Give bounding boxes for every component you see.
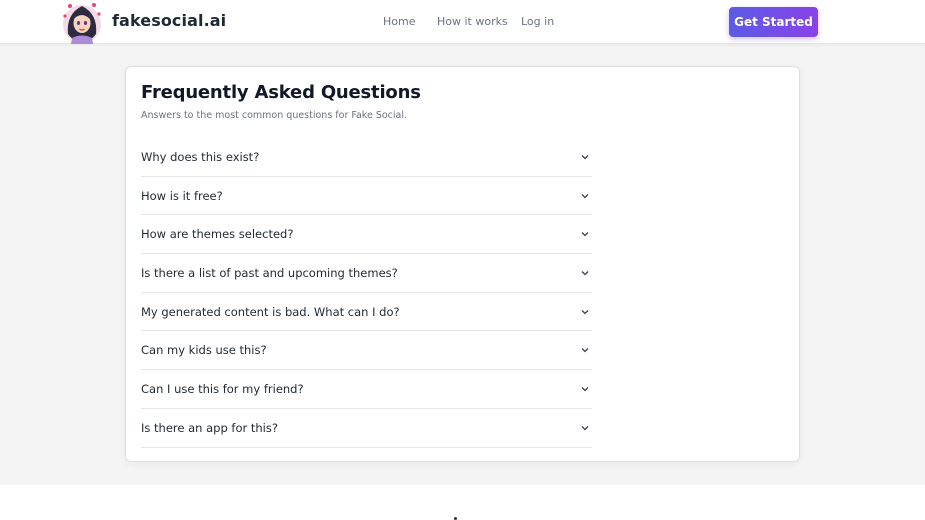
nav-how-it-works-link[interactable]: How it works	[437, 15, 508, 28]
brand-name[interactable]: fakesocial.ai	[112, 11, 226, 30]
faq-question: Is there an app for this?	[141, 420, 278, 435]
footer-area	[0, 485, 925, 520]
faq-item[interactable]: Is there an app for this?	[141, 409, 592, 448]
faq-question: How are themes selected?	[141, 227, 294, 242]
faq-item[interactable]: How is it free?	[141, 177, 592, 216]
chevron-down-icon	[581, 387, 589, 392]
chevron-down-icon	[581, 193, 589, 199]
faq-question: My generated content is bad. What can I …	[141, 304, 400, 319]
faq-item[interactable]: Why does this exist?	[141, 138, 592, 177]
top-navbar: fakesocial.ai Home How it works Log in G…	[0, 0, 925, 44]
get-started-button[interactable]: Get Started	[729, 7, 818, 37]
faq-question: Is there a list of past and upcoming the…	[141, 266, 398, 281]
faq-question: Can I use this for my friend?	[141, 382, 304, 397]
chevron-down-icon	[581, 425, 589, 431]
faq-item[interactable]: Can I use this for my friend?	[141, 370, 592, 409]
chevron-down-icon	[581, 232, 589, 237]
faq-subtitle: Answers to the most common questions for…	[141, 110, 408, 121]
faq-item[interactable]: Is there a list of past and upcoming the…	[141, 254, 592, 293]
faq-item[interactable]: Can my kids use this?	[141, 331, 592, 371]
nav-home-link[interactable]: Home	[383, 15, 415, 28]
faq-question: Can my kids use this?	[141, 343, 267, 358]
chevron-down-icon	[581, 271, 589, 276]
chevron-down-icon	[581, 348, 589, 353]
faq-question: Why does this exist?	[141, 150, 260, 164]
faq-question: How is it free?	[141, 188, 223, 203]
chevron-down-icon	[581, 309, 589, 315]
faq-card: Frequently Asked Questions Answers to th…	[125, 66, 800, 462]
faq-item[interactable]: How are themes selected?	[141, 215, 592, 255]
chevron-down-icon	[581, 155, 589, 160]
nav-login-link[interactable]: Log in	[521, 15, 554, 28]
faq-list: Why does this exist? How is it free? How…	[141, 138, 592, 448]
avatar-woman-icon[interactable]	[60, 0, 104, 44]
faq-item[interactable]: My generated content is bad. What can I …	[141, 293, 592, 332]
faq-title: Frequently Asked Questions	[141, 82, 421, 103]
